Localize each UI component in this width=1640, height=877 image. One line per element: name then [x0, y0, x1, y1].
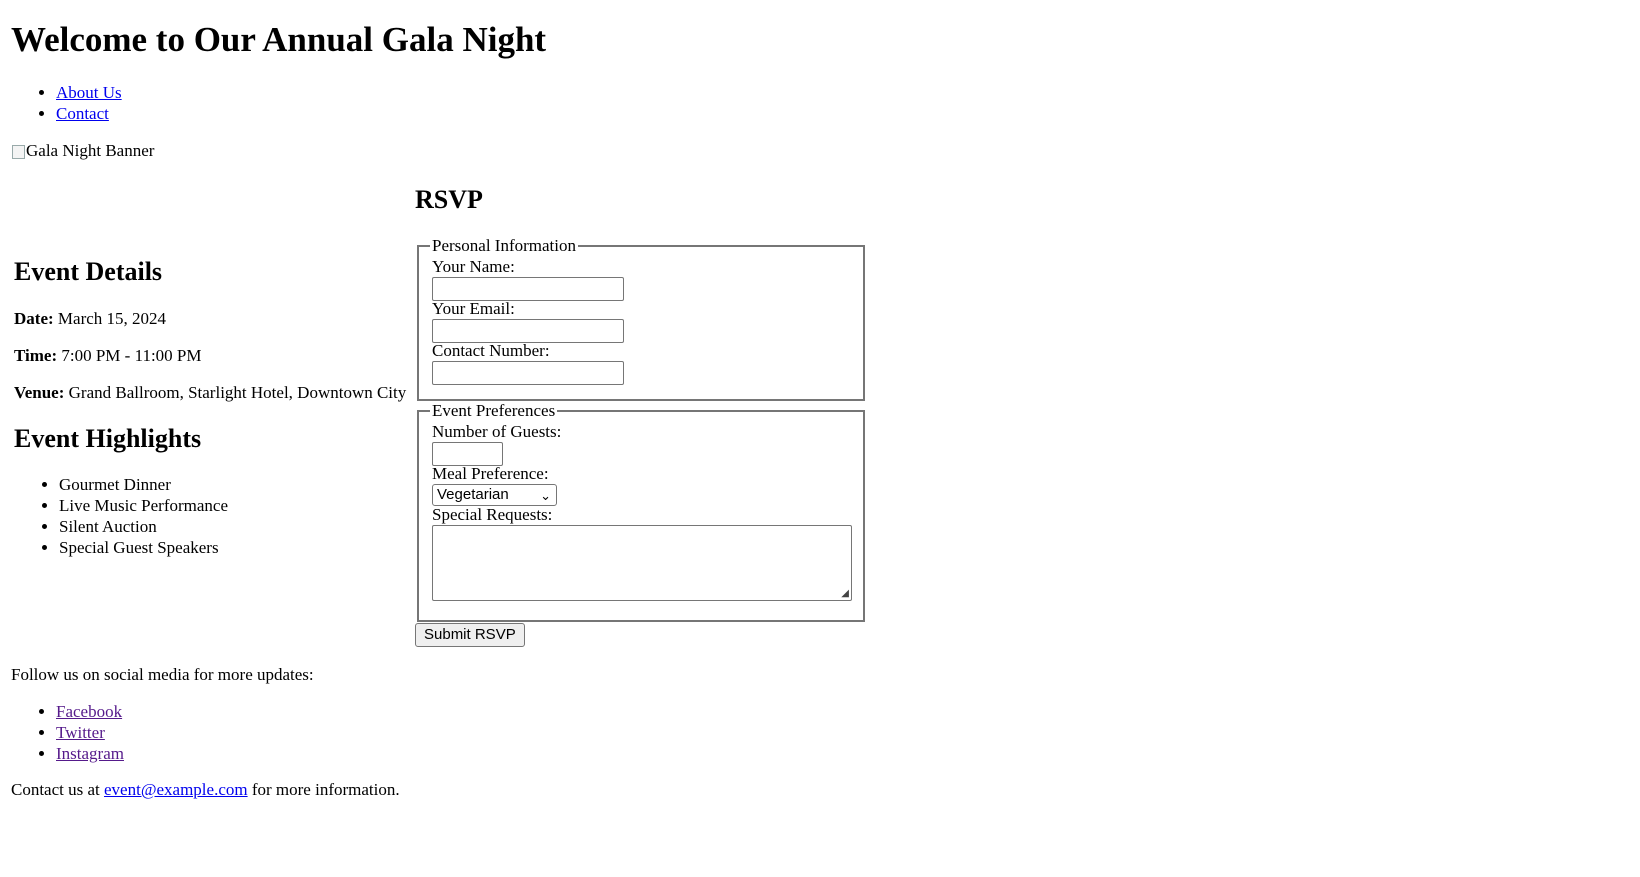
rsvp-heading: RSVP [415, 185, 483, 214]
name-label: Your Name: [432, 257, 515, 276]
nav-item-contact: Contact [56, 103, 122, 124]
requests-label: Special Requests: [432, 505, 553, 524]
event-date: Date: March 15, 2024 [14, 309, 166, 329]
venue-label: Venue: [14, 383, 65, 402]
page-title: Welcome to Our Annual Gala Night [11, 20, 547, 59]
preferences-legend: Event Preferences [432, 401, 556, 420]
highlight-item: Special Guest Speakers [59, 537, 228, 558]
contact-prefix: Contact us at [11, 780, 100, 799]
nav-item-about: About Us [56, 82, 122, 103]
top-nav: About Us Contact [11, 82, 122, 124]
highlight-item: Live Music Performance [59, 495, 228, 516]
highlights-list: Gourmet Dinner Live Music Performance Si… [14, 474, 228, 558]
time-label: Time: [14, 346, 58, 365]
phone-input[interactable] [432, 361, 624, 385]
event-preferences-fieldset: Event Preferences Number of Guests: Meal… [417, 401, 865, 622]
social-text: Follow us on social media for more updat… [11, 665, 314, 684]
date-label: Date: [14, 309, 54, 328]
contact-suffix: for more information. [251, 780, 400, 799]
highlight-item: Silent Auction [59, 516, 228, 537]
facebook-link[interactable]: Facebook [56, 702, 122, 721]
meal-label: Meal Preference: [432, 464, 549, 483]
twitter-link[interactable]: Twitter [56, 723, 105, 742]
chevron-down-icon: ⌄ [540, 488, 551, 503]
resize-grip-icon[interactable]: ◢ [841, 588, 849, 599]
special-requests-textarea[interactable]: ◢ [432, 525, 852, 601]
contact-email-link[interactable]: event@example.com [104, 780, 248, 799]
meal-select[interactable]: Vegetarian ⌄ [432, 484, 557, 506]
broken-image-icon [11, 143, 25, 159]
social-item-facebook: Facebook [56, 701, 124, 722]
banner-alt-text: Gala Night Banner [26, 141, 155, 160]
event-details-heading: Event Details [14, 257, 163, 286]
highlight-item: Gourmet Dinner [59, 474, 228, 495]
personal-info-fieldset: Personal Information Your Name: Your Ema… [417, 236, 865, 401]
email-label: Your Email: [432, 299, 515, 318]
instagram-link[interactable]: Instagram [56, 744, 124, 763]
contact-line: Contact us at event@example.com for more… [11, 780, 400, 800]
event-highlights-heading: Event Highlights [14, 424, 202, 453]
contact-link[interactable]: Contact [56, 104, 109, 123]
social-item-instagram: Instagram [56, 743, 124, 764]
venue-value: Grand Ballroom, Starlight Hotel, Downtow… [68, 383, 407, 402]
page: Welcome to Our Annual Gala Night About U… [11, 0, 1640, 877]
date-value: March 15, 2024 [57, 309, 167, 328]
time-value: 7:00 PM - 11:00 PM [61, 346, 202, 365]
submit-rsvp-button[interactable]: Submit RSVP [415, 623, 525, 647]
event-venue: Venue: Grand Ballroom, Starlight Hotel, … [14, 383, 406, 403]
social-links-list: Facebook Twitter Instagram [11, 701, 124, 764]
about-us-link[interactable]: About Us [56, 83, 122, 102]
banner-image: Gala Night Banner [11, 141, 154, 161]
meal-selected-value: Vegetarian [437, 486, 509, 503]
event-time: Time: 7:00 PM - 11:00 PM [14, 346, 202, 366]
guests-label: Number of Guests: [432, 422, 562, 441]
social-item-twitter: Twitter [56, 722, 124, 743]
personal-info-legend: Personal Information [432, 236, 576, 255]
phone-label: Contact Number: [432, 341, 550, 360]
